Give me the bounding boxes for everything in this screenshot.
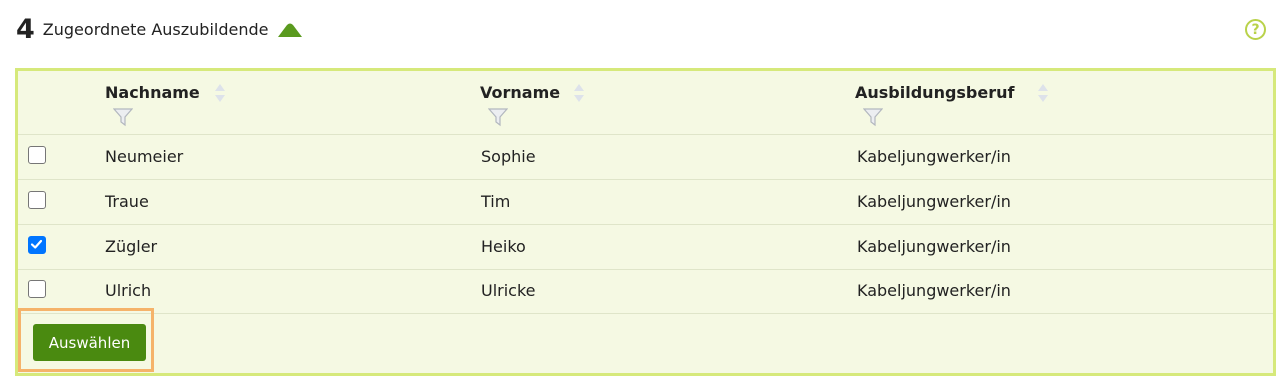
column-header-nachname[interactable]: Nachname: [105, 83, 225, 127]
table-header: Nachname Vorname Ausbildungsberuf: [18, 71, 1273, 135]
column-header-ausbildungsberuf[interactable]: Ausbildungsberuf: [855, 83, 1048, 127]
checkmark-icon: [30, 239, 43, 249]
sort-arrows-icon[interactable]: [1037, 83, 1049, 107]
cell-nachname: Ulrich: [105, 281, 152, 300]
table-row[interactable]: Neumeier Sophie Kabeljungwerker/in: [18, 135, 1273, 180]
cell-nachname: Traue: [105, 192, 149, 211]
row-checkbox[interactable]: [28, 280, 46, 298]
help-icon[interactable]: ?: [1245, 19, 1266, 40]
row-checkbox[interactable]: [28, 236, 46, 254]
row-checkbox[interactable]: [28, 146, 46, 164]
select-button-focus-ring: Auswählen: [18, 308, 154, 372]
sort-arrows-icon[interactable]: [214, 83, 226, 107]
trainees-table: Nachname Vorname Ausbildungsberuf Neumei…: [15, 68, 1276, 376]
column-label: Vorname: [480, 83, 561, 102]
column-header-vorname[interactable]: Vorname: [480, 83, 584, 127]
table-row[interactable]: Traue Tim Kabeljungwerker/in: [18, 180, 1273, 225]
cell-nachname: Zügler: [105, 237, 158, 256]
cell-vorname: Heiko: [481, 237, 526, 256]
table-row[interactable]: Ulrich Ulricke Kabeljungwerker/in: [18, 269, 1273, 314]
column-label: Ausbildungsberuf: [855, 83, 1015, 102]
column-label: Nachname: [105, 83, 200, 102]
funnel-icon[interactable]: [487, 107, 509, 131]
cell-vorname: Tim: [481, 192, 511, 211]
cell-ausbildungsberuf: Kabeljungwerker/in: [857, 147, 1011, 166]
row-checkbox[interactable]: [28, 191, 46, 209]
sort-arrows-icon[interactable]: [573, 83, 585, 107]
section-title: Zugeordnete Auszubildende: [42, 20, 269, 39]
cell-nachname: Neumeier: [105, 147, 184, 166]
cell-ausbildungsberuf: Kabeljungwerker/in: [857, 281, 1011, 300]
section-header: 4 Zugeordnete Auszubildende: [16, 14, 303, 46]
table-row[interactable]: Zügler Heiko Kabeljungwerker/in: [18, 225, 1273, 270]
cell-vorname: Sophie: [481, 147, 536, 166]
cell-ausbildungsberuf: Kabeljungwerker/in: [857, 237, 1011, 256]
help-glyph: ?: [1251, 21, 1260, 38]
funnel-icon[interactable]: [862, 107, 884, 131]
triangle-up-icon[interactable]: [277, 22, 303, 38]
funnel-icon[interactable]: [112, 107, 134, 131]
assigned-count: 4: [16, 14, 35, 45]
cell-ausbildungsberuf: Kabeljungwerker/in: [857, 192, 1011, 211]
select-button[interactable]: Auswählen: [33, 324, 146, 361]
cell-vorname: Ulricke: [481, 281, 536, 300]
